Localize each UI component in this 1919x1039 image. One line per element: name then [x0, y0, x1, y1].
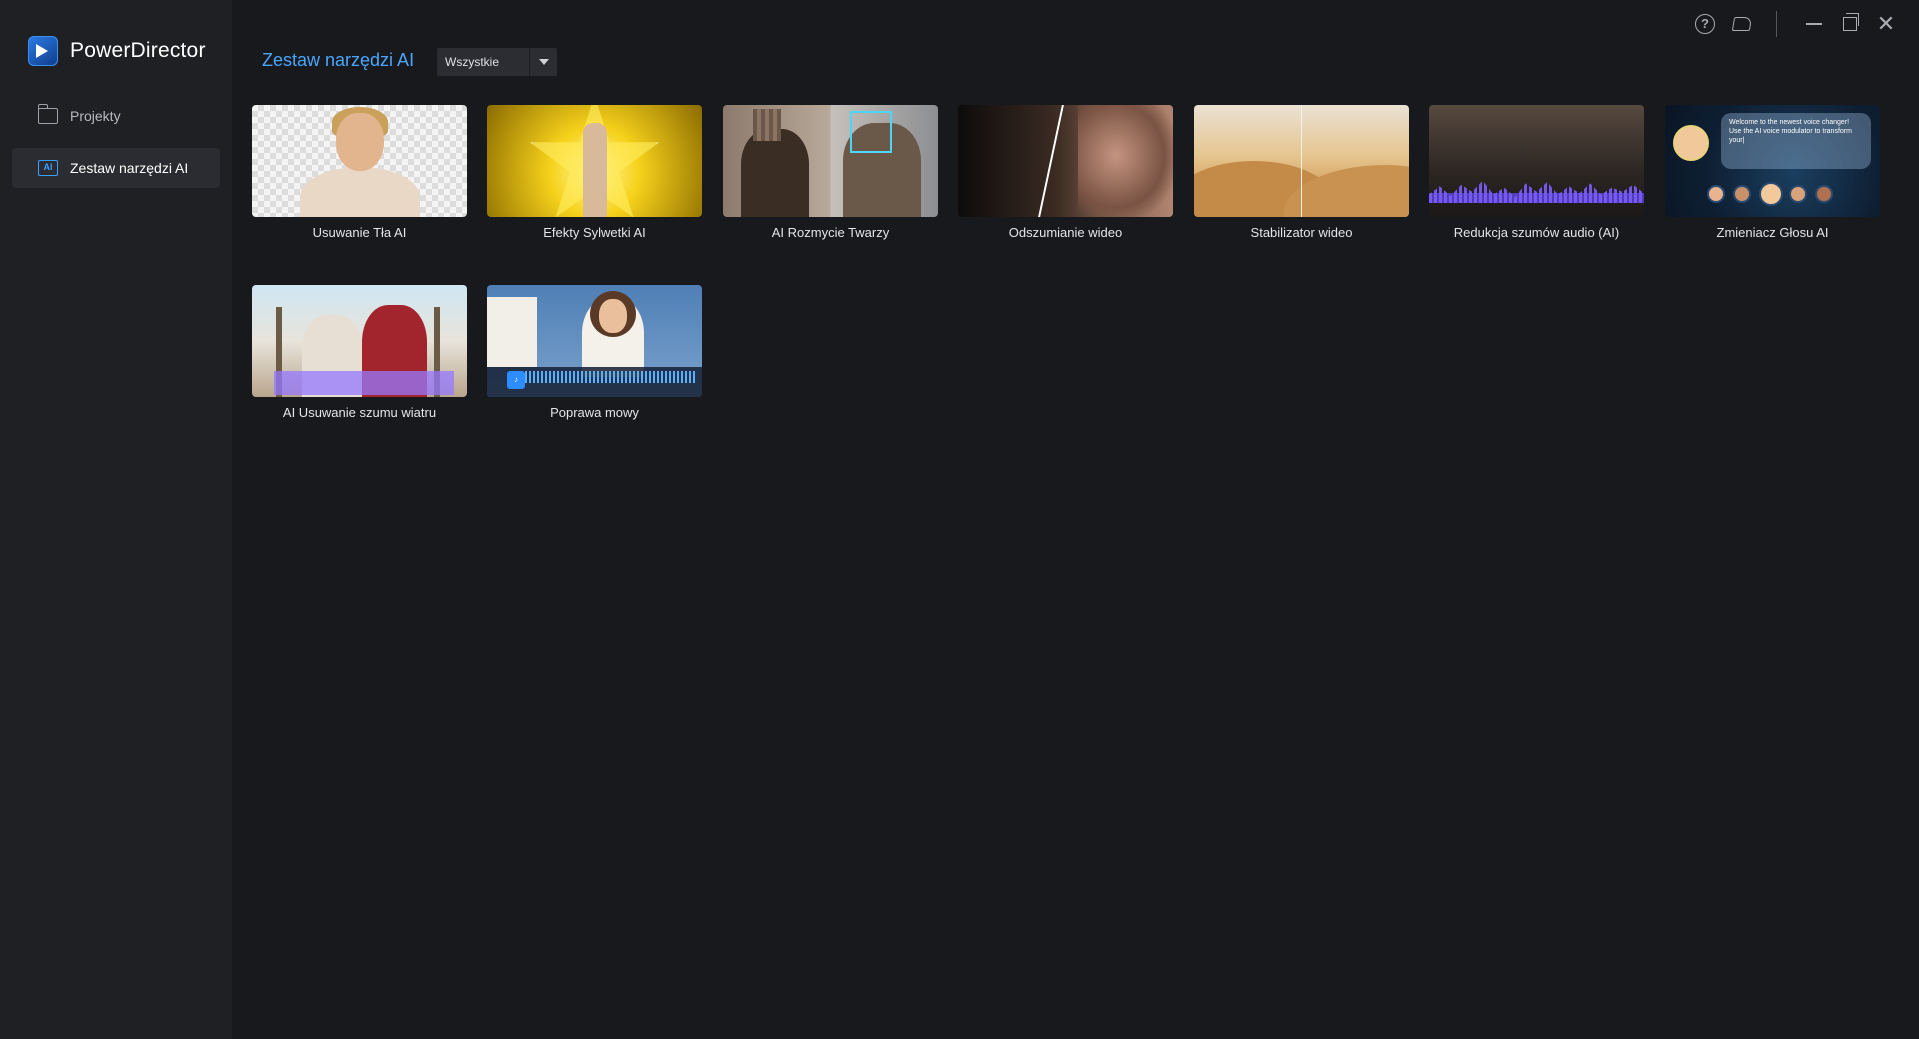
tool-label: Zmieniacz Głosu AI [1716, 225, 1829, 240]
toolbar-divider [1776, 11, 1777, 37]
tool-card-face-blur[interactable]: AI Rozmycie Twarzy [723, 105, 938, 240]
tool-card-video-denoise[interactable]: Odszumianie wideo [958, 105, 1173, 240]
close-icon: ✕ [1876, 11, 1896, 36]
tool-card-speech-enhancement[interactable]: ♪ Poprawa mowy [487, 285, 702, 420]
maximize-icon [1843, 13, 1859, 31]
maximize-button[interactable] [1836, 10, 1864, 38]
tool-label: Redukcja szumów audio (AI) [1453, 225, 1620, 240]
minimize-icon [1806, 23, 1822, 25]
feedback-icon [1731, 17, 1753, 31]
tool-label: AI Usuwanie szumu wiatru [282, 405, 437, 420]
category-filter-dropdown[interactable]: Wszystkie [437, 48, 557, 76]
sidebar: PowerDirector Projekty AI Zestaw narzędz… [0, 0, 232, 1039]
tool-card-video-stabilizer[interactable]: Stabilizator wideo [1194, 105, 1409, 240]
chevron-down-icon [529, 48, 557, 76]
tool-thumbnail [487, 105, 702, 217]
tool-thumbnail [1194, 105, 1409, 217]
help-icon: ? [1695, 14, 1715, 34]
tool-label: Poprawa mowy [550, 405, 639, 420]
ai-toolkit-icon: AI [38, 160, 58, 176]
tool-label: Odszumianie wideo [1008, 225, 1123, 240]
app-name: PowerDirector [70, 39, 206, 62]
powerdirector-logo-icon [28, 36, 58, 66]
tool-card-voice-changer[interactable]: Welcome to the newest voice changer! Use… [1665, 105, 1880, 240]
tool-thumbnail [1429, 105, 1644, 217]
tool-thumbnail [252, 105, 467, 217]
tool-thumbnail [252, 285, 467, 397]
tool-label: Efekty Sylwetki AI [543, 225, 646, 240]
tool-thumbnail: ♪ [487, 285, 702, 397]
audio-chip-icon: ♪ [507, 371, 525, 389]
page-title: Zestaw narzędzi AI [262, 50, 415, 70]
help-button[interactable]: ? [1691, 10, 1719, 38]
tool-label: AI Rozmycie Twarzy [771, 225, 890, 240]
tool-card-background-removal[interactable]: Usuwanie Tła AI [252, 105, 467, 240]
tool-card-audio-denoise[interactable]: Redukcja szumów audio (AI) [1429, 105, 1644, 240]
app-window: PowerDirector Projekty AI Zestaw narzędz… [0, 0, 1919, 1039]
feedback-button[interactable] [1728, 10, 1756, 38]
sidebar-item-label: Projekty [70, 108, 121, 124]
minimize-button[interactable] [1800, 10, 1828, 38]
tool-thumbnail [958, 105, 1173, 217]
tool-label: Stabilizator wideo [1250, 225, 1353, 240]
sidebar-item-ai-toolkit[interactable]: AI Zestaw narzędzi AI [12, 148, 220, 188]
tool-thumbnail: Welcome to the newest voice changer! Use… [1665, 105, 1880, 217]
close-button[interactable]: ✕ [1872, 10, 1900, 38]
tool-thumbnail [723, 105, 938, 217]
sidebar-item-projects[interactable]: Projekty [12, 96, 220, 136]
brand: PowerDirector [28, 36, 206, 66]
tool-label: Usuwanie Tła AI [312, 225, 407, 240]
folder-icon [37, 104, 58, 124]
sidebar-item-label: Zestaw narzędzi AI [70, 160, 189, 176]
voice-changer-bubble-text: Welcome to the newest voice changer! Use… [1721, 113, 1871, 169]
tool-card-silhouette-effects[interactable]: Efekty Sylwetki AI [487, 105, 702, 240]
filter-selected-value: Wszystkie [445, 55, 499, 69]
tool-card-wind-noise-removal[interactable]: AI Usuwanie szumu wiatru [252, 285, 467, 420]
